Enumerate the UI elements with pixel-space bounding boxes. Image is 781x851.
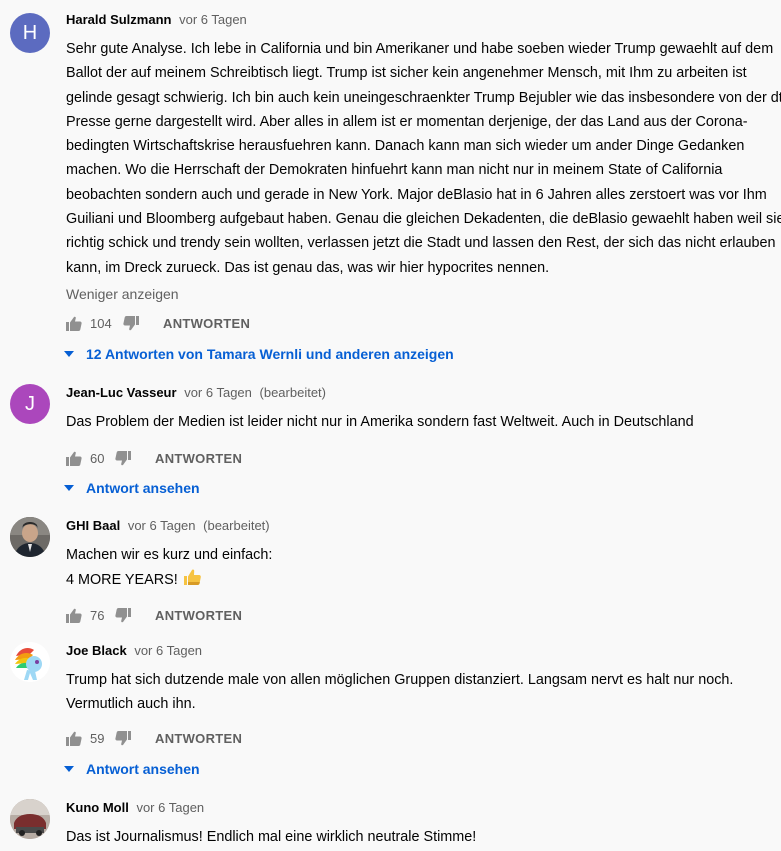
comment-text-line: richtig schick und trendy sein wollten, … xyxy=(66,235,776,252)
comment-time[interactable]: vor 6 Tagen xyxy=(134,643,202,658)
comment-text-line: Machen wir es kurz und einfach: xyxy=(66,547,273,563)
avatar[interactable] xyxy=(10,799,50,839)
thumbs-down-icon[interactable] xyxy=(123,316,139,332)
comment-text-line: Guiliani und Bloomberg aufgebaut haben. … xyxy=(66,211,781,228)
comment-header: Kuno Moll vor 6 Tagen xyxy=(66,799,767,817)
comment-text: Trump hat sich dutzende male von allen m… xyxy=(66,668,767,717)
comment-text-line: machen. Wo die Herrschaft der Demokraten… xyxy=(66,162,723,179)
thumbs-down-icon[interactable] xyxy=(115,450,131,466)
comment-text-line: beobachten sondern auch und gerade in Ne… xyxy=(66,186,767,203)
like-count: 104 xyxy=(90,316,112,332)
view-replies-label: Antwort ansehen xyxy=(86,480,200,497)
comment-text-line: Presse gerne dargestellt wird. Aber alle… xyxy=(66,113,748,130)
view-replies-button[interactable]: 12 Antworten von Tamara Wernli und ander… xyxy=(64,340,767,368)
comment-text-line: Vermutlich auch ihn. xyxy=(66,696,196,713)
comment-actions: 59 ANTWORTEN xyxy=(66,723,767,755)
show-less-button[interactable]: Weniger anzeigen xyxy=(66,284,767,304)
view-replies-button[interactable]: Antwort ansehen xyxy=(64,474,767,502)
thumbs-up-icon[interactable] xyxy=(66,450,82,466)
edited-label: (bearbeitet) xyxy=(259,385,326,400)
caret-down-icon xyxy=(64,483,74,493)
thumbs-up-emoji xyxy=(182,567,202,595)
comment-text-line: Ballot der auf meinem Schreibtisch liegt… xyxy=(66,65,747,82)
thumbs-up-icon[interactable] xyxy=(66,316,82,332)
comment-text-line: kann, im Dreck zurueck. Das ist genau da… xyxy=(66,259,550,276)
comment-text-line: bedingten Wirtschaftskrise herausfuehren… xyxy=(66,138,745,155)
comment-text-line: 4 MORE YEARS! xyxy=(66,567,767,595)
comment-text-line: Das ist Journalismus! Endlich mal eine w… xyxy=(66,829,477,845)
comment-actions: 76 ANTWORTEN xyxy=(66,600,767,632)
comment-actions: 60 ANTWORTEN xyxy=(66,442,767,474)
like-count: 60 xyxy=(90,450,105,466)
avatar[interactable]: H xyxy=(10,13,50,53)
view-replies-label: 12 Antworten von Tamara Wernli und ander… xyxy=(86,345,454,362)
caret-down-icon xyxy=(64,349,74,359)
reply-button[interactable]: ANTWORTEN xyxy=(155,608,242,623)
author-name[interactable]: Joe Black xyxy=(66,643,127,658)
comment-actions: 104 ANTWORTEN xyxy=(66,308,767,340)
comment-text-line: Trump hat sich dutzende male von allen m… xyxy=(66,672,734,688)
avatar-photo xyxy=(10,799,50,839)
comment-text-line: gelinde gesagt schwierig. Ich bin auch k… xyxy=(66,89,781,106)
comment-text: Sehr gute Analyse. Ich lebe in Californi… xyxy=(66,37,781,280)
view-replies-button[interactable]: Antwort ansehen xyxy=(64,755,767,783)
edited-label: (bearbeitet) xyxy=(203,518,270,533)
thumbs-down-icon[interactable] xyxy=(115,608,131,624)
comment-header: Harald Sulzmann vor 6 Tagen xyxy=(66,11,767,29)
comment-text-line: Das Problem der Medien ist leider nicht … xyxy=(66,414,694,430)
comment-text-line: Sehr gute Analyse. Ich lebe in Californi… xyxy=(66,41,774,57)
comment-text-fragment: 4 MORE YEARS! xyxy=(66,572,178,589)
like-count: 59 xyxy=(90,731,105,747)
comment-text: Machen wir es kurz und einfach: 4 MORE Y… xyxy=(66,543,767,596)
reply-button[interactable]: ANTWORTEN xyxy=(155,731,242,746)
comment-text: Das Problem der Medien ist leider nicht … xyxy=(66,410,767,434)
author-name[interactable]: Harald Sulzmann xyxy=(66,12,171,27)
avatar-letter: H xyxy=(22,21,38,44)
comment-text: Das ist Journalismus! Endlich mal eine w… xyxy=(66,825,767,849)
thumbs-up-icon[interactable] xyxy=(66,731,82,747)
author-name[interactable]: Kuno Moll xyxy=(66,800,129,815)
avatar[interactable] xyxy=(10,517,50,557)
author-name[interactable]: GHI Baal xyxy=(66,518,120,533)
avatar-letter: J xyxy=(25,392,35,415)
avatar-photo xyxy=(10,642,50,682)
comment-time[interactable]: vor 6 Tagen xyxy=(136,800,204,815)
like-count: 76 xyxy=(90,608,105,624)
thumbs-down-icon[interactable] xyxy=(115,731,131,747)
comment-header: Jean-Luc Vasseur vor 6 Tagen (bearbeitet… xyxy=(66,384,767,402)
comment-header: Joe Black vor 6 Tagen xyxy=(66,642,767,660)
comment-time[interactable]: vor 6 Tagen xyxy=(184,385,252,400)
avatar[interactable] xyxy=(10,642,50,682)
comments-section: H Harald Sulzmann vor 6 Tagen Sehr gute … xyxy=(0,0,781,851)
reply-button[interactable]: ANTWORTEN xyxy=(163,316,250,331)
thumbs-up-icon[interactable] xyxy=(66,608,82,624)
comment-time[interactable]: vor 6 Tagen xyxy=(179,12,247,27)
view-replies-label: Antwort ansehen xyxy=(86,760,200,777)
author-name[interactable]: Jean-Luc Vasseur xyxy=(66,385,177,400)
comment-header: GHI Baal vor 6 Tagen (bearbeitet) xyxy=(66,517,767,535)
reply-button[interactable]: ANTWORTEN xyxy=(155,451,242,466)
avatar-photo xyxy=(10,517,50,557)
comment-time[interactable]: vor 6 Tagen xyxy=(128,518,196,533)
caret-down-icon xyxy=(64,764,74,774)
avatar[interactable]: J xyxy=(10,384,50,424)
